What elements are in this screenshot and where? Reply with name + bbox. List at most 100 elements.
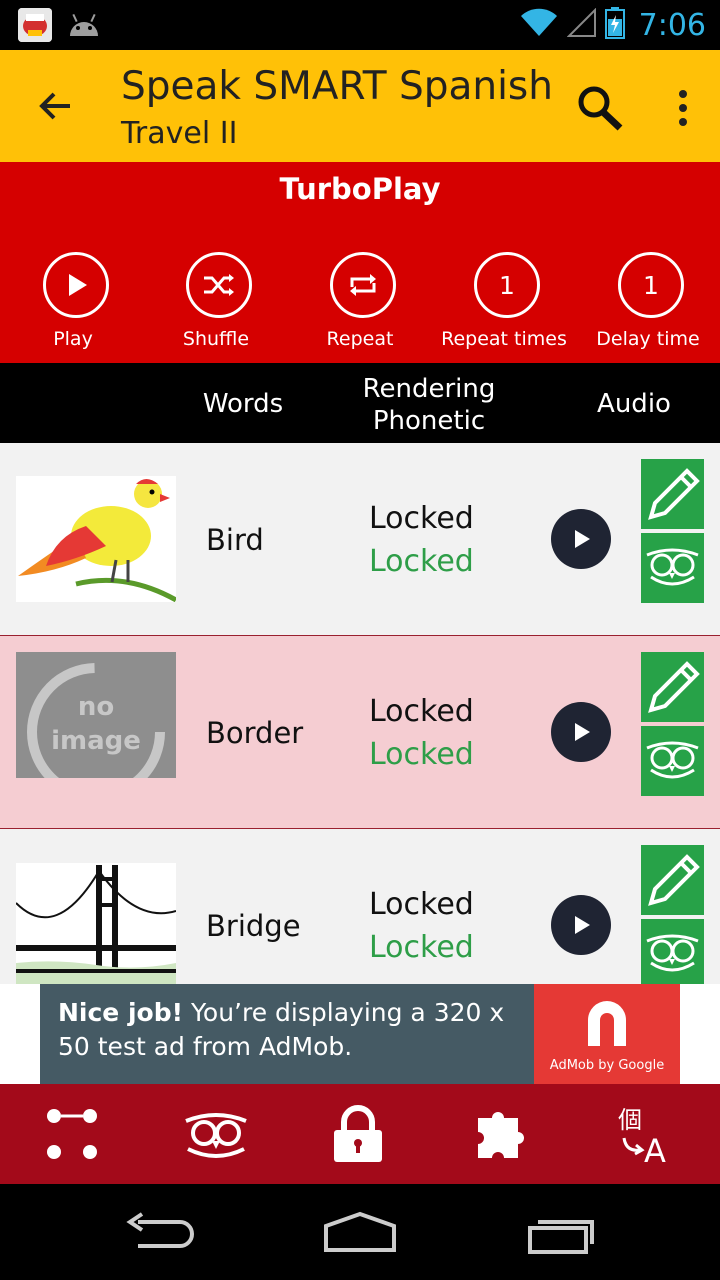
- battery-icon: [604, 7, 625, 43]
- header-rendering-phonetic: Rendering Phonetic: [345, 373, 513, 437]
- edit-button[interactable]: [641, 845, 704, 915]
- header-audio: Audio: [597, 389, 671, 419]
- translate-nav-button[interactable]: 個 A: [616, 1102, 680, 1166]
- edit-button[interactable]: [641, 459, 704, 529]
- ad-banner[interactable]: Nice job! You’re displaying a 320 x 50 t…: [0, 984, 720, 1084]
- app-title: Speak SMART Spanish: [121, 64, 553, 109]
- lock-nav-button[interactable]: [326, 1102, 390, 1166]
- play-label: Play: [53, 328, 93, 350]
- repeat-times-control[interactable]: 1 Repeat times: [431, 252, 581, 362]
- owl-button[interactable]: [641, 726, 704, 796]
- nav-recents-icon: [528, 1220, 594, 1254]
- no-image-placeholder: no image: [16, 652, 176, 778]
- owl-icon: [646, 934, 699, 972]
- delay-time-value: 1: [618, 252, 684, 318]
- phonetic-text: Locked: [369, 930, 474, 965]
- shuffle-icon: [186, 252, 252, 318]
- owl-icon: [646, 741, 699, 779]
- owl-nav-button[interactable]: [184, 1102, 248, 1166]
- clock: 7:06: [638, 7, 706, 43]
- word-text: Bridge: [206, 909, 301, 943]
- puzzle-icon: [478, 1112, 524, 1158]
- bridge-image: [16, 863, 176, 984]
- admob-logo: AdMob by Google: [534, 984, 680, 1084]
- repeat-label: Repeat: [326, 328, 394, 350]
- nav-back-icon: [126, 1212, 194, 1248]
- search-icon: [578, 86, 623, 131]
- dots-icon: [47, 1109, 97, 1159]
- nav-back-button[interactable]: [120, 1208, 200, 1258]
- list-item[interactable]: Bridge Locked Locked: [0, 829, 720, 984]
- nav-home-icon: [324, 1211, 396, 1252]
- play-control[interactable]: Play: [0, 252, 150, 362]
- shuffle-control[interactable]: Shuffle: [143, 252, 293, 362]
- puzzle-nav-button[interactable]: [470, 1102, 534, 1166]
- play-icon: [575, 916, 590, 934]
- list-item[interactable]: no image Border Locked Locked: [0, 636, 720, 829]
- android-debug-icon: [66, 12, 102, 42]
- audio-play-button[interactable]: [551, 702, 611, 762]
- owl-button[interactable]: [641, 919, 704, 984]
- phonetic-text: Locked: [369, 737, 474, 772]
- repeat-times-value: 1: [474, 252, 540, 318]
- word-text: Bird: [206, 523, 264, 557]
- pencil-icon: [648, 854, 700, 906]
- app-bar: Speak SMART Spanish Travel II: [0, 50, 720, 162]
- dots-button[interactable]: [40, 1102, 104, 1166]
- pencil-icon: [648, 661, 700, 713]
- owl-button[interactable]: [641, 533, 704, 603]
- cell-signal-icon: [566, 7, 597, 42]
- word-text: Border: [206, 716, 304, 750]
- audio-play-button[interactable]: [551, 895, 611, 955]
- list-item[interactable]: Bird Locked Locked: [0, 443, 720, 636]
- svg-text:A: A: [644, 1132, 666, 1166]
- bird-image: [16, 476, 176, 602]
- owl-icon: [646, 548, 699, 586]
- pencil-icon: [648, 468, 700, 520]
- header-rendering: Rendering: [362, 374, 496, 404]
- status-bar: 7:06: [0, 0, 720, 50]
- phonetic-text: Locked: [369, 544, 474, 579]
- delay-time-control[interactable]: 1 Delay time: [575, 252, 720, 362]
- more-vert-icon: [679, 90, 687, 126]
- rendering-text: Locked: [369, 694, 474, 729]
- turboplay-title: TurboPlay: [279, 172, 441, 206]
- owl-icon: [185, 1113, 247, 1158]
- rendering-text: Locked: [369, 887, 474, 922]
- play-icon: [575, 723, 590, 741]
- edit-button[interactable]: [641, 652, 704, 722]
- audio-play-button[interactable]: [551, 509, 611, 569]
- system-nav-bar: [0, 1184, 720, 1280]
- bottom-toolbar: 個 A: [0, 1084, 720, 1184]
- no-image-line2: image: [51, 726, 141, 756]
- ad-bold-text: Nice job!: [58, 998, 184, 1027]
- nav-recents-button[interactable]: [522, 1208, 602, 1258]
- back-button[interactable]: [30, 80, 82, 132]
- ad-box[interactable]: Nice job! You’re displaying a 320 x 50 t…: [40, 984, 680, 1084]
- play-icon: [43, 252, 109, 318]
- svg-text:個: 個: [618, 1106, 642, 1134]
- wifi-icon: [519, 8, 559, 42]
- admob-icon: [588, 1001, 626, 1046]
- arrow-back-icon: [39, 92, 70, 120]
- no-image-line1: no: [77, 692, 115, 722]
- header-words: Words: [202, 389, 284, 419]
- overflow-menu-button[interactable]: [668, 86, 698, 130]
- repeat-times-label: Repeat times: [441, 328, 567, 350]
- translate-icon: 個 A: [618, 1106, 666, 1166]
- rendering-text: Locked: [369, 501, 474, 536]
- delay-time-label: Delay time: [596, 328, 700, 350]
- search-button[interactable]: [570, 80, 630, 140]
- repeat-control[interactable]: Repeat: [287, 252, 437, 362]
- turboplay-panel: TurboPlay Play Shuffle Repeat 1 Repeat t…: [0, 162, 720, 363]
- shuffle-label: Shuffle: [182, 328, 250, 350]
- column-header: Words Rendering Phonetic Audio: [0, 363, 720, 443]
- nav-home-button[interactable]: [320, 1208, 400, 1258]
- play-icon: [575, 530, 590, 548]
- lock-icon: [334, 1105, 382, 1162]
- app-notification-icon: [18, 8, 52, 42]
- ad-text: Nice job! You’re displaying a 320 x 50 t…: [58, 996, 538, 1064]
- app-subtitle: Travel II: [121, 116, 238, 151]
- repeat-icon: [330, 252, 396, 318]
- header-phonetic: Phonetic: [372, 406, 486, 436]
